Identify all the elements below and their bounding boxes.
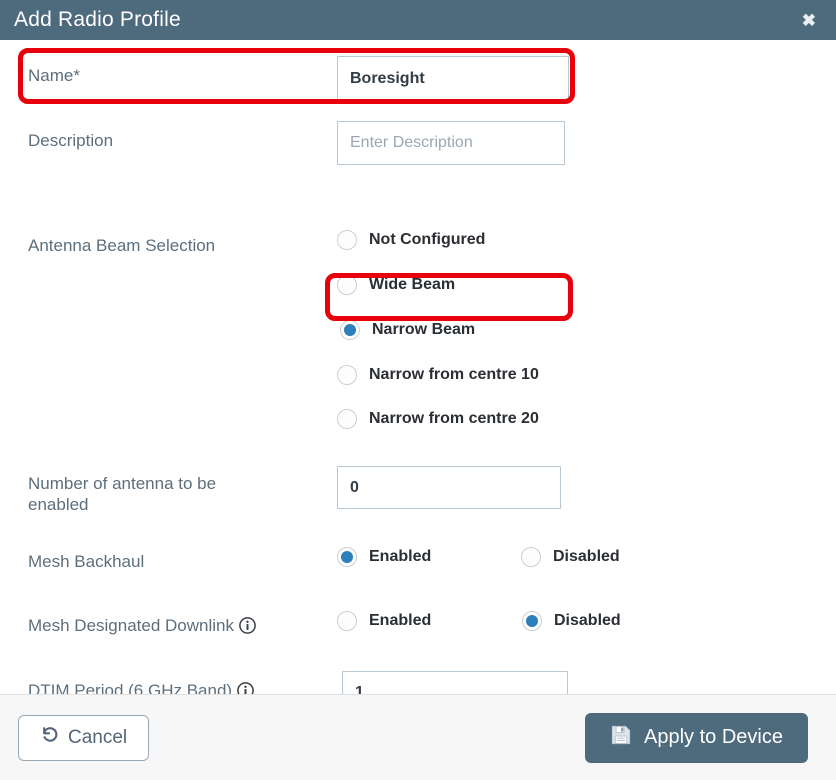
radio-mesh-downlink-enabled[interactable]: Enabled [337, 611, 431, 631]
info-icon[interactable] [237, 682, 254, 694]
radio-label: Disabled [554, 612, 621, 629]
apply-to-device-button-label: Apply to Device [644, 726, 783, 748]
radio-mesh-downlink-disabled[interactable]: Disabled [522, 611, 621, 631]
description-row: Description [0, 102, 836, 167]
radio-label: Wide Beam [369, 276, 456, 293]
add-radio-profile-dialog: Add Radio Profile ✖ Name* Description An… [0, 0, 836, 780]
radio-not-configured[interactable]: Not Configured [337, 230, 485, 250]
antenna-count-label: Number of antenna to be enabled [28, 474, 217, 514]
mesh-backhaul-label: Mesh Backhaul [28, 552, 145, 571]
radio-label: Narrow from centre 10 [369, 366, 539, 383]
radio-label: Enabled [369, 548, 432, 565]
mesh-backhaul-row: Mesh Backhaul Enabled Disabled [0, 540, 836, 602]
save-floppy-disk-icon [610, 724, 632, 752]
dtim-period-label: DTIM Period (6 GHz Band) [28, 680, 254, 694]
description-label: Description [28, 131, 114, 150]
name-row: Name* [0, 40, 836, 102]
dtim-period-input[interactable] [342, 671, 568, 694]
dialog-footer: Cancel Apply to Device [0, 694, 836, 780]
dialog-title: Add Radio Profile [14, 8, 181, 31]
undo-arrow-icon [40, 725, 59, 750]
radio-narrow-from-centre-10[interactable]: Narrow from centre 10 [337, 365, 539, 385]
name-input[interactable] [337, 56, 569, 101]
radio-indicator [337, 409, 357, 429]
mesh-designated-downlink-label: Mesh Designated Downlink [28, 615, 256, 636]
radio-indicator [337, 547, 357, 567]
radio-label: Narrow from centre 20 [369, 410, 539, 427]
radio-indicator [337, 365, 357, 385]
close-icon[interactable]: ✖ [798, 10, 820, 31]
info-icon[interactable] [239, 617, 256, 634]
cancel-button-label: Cancel [68, 726, 128, 748]
name-label: Name* [28, 66, 80, 85]
radio-mesh-backhaul-enabled[interactable]: Enabled [337, 547, 431, 567]
antenna-beam-selection-row: Antenna Beam Selection Not Configured Wi… [0, 167, 836, 429]
description-input[interactable] [337, 121, 565, 165]
radio-indicator [337, 275, 357, 295]
dtim-period-row: DTIM Period (6 GHz Band) [0, 666, 836, 694]
radio-mesh-backhaul-disabled[interactable]: Disabled [521, 547, 620, 567]
antenna-count-row: Number of antenna to be enabled [0, 460, 836, 540]
radio-indicator [522, 611, 542, 631]
radio-narrow-beam[interactable]: Narrow Beam [340, 320, 475, 340]
antenna-count-input[interactable] [337, 466, 561, 509]
radio-indicator [337, 230, 357, 250]
radio-label: Narrow Beam [372, 321, 476, 338]
dtim-period-label-text: DTIM Period (6 GHz Band) [28, 681, 233, 694]
cancel-button[interactable]: Cancel [18, 714, 150, 761]
dialog-header: Add Radio Profile ✖ [0, 0, 836, 40]
radio-narrow-from-centre-20[interactable]: Narrow from centre 20 [337, 409, 539, 429]
radio-indicator [521, 547, 541, 567]
antenna-beam-selection-label: Antenna Beam Selection [28, 236, 216, 255]
radio-indicator [337, 611, 357, 631]
mesh-designated-downlink-label-text: Mesh Designated Downlink [28, 616, 234, 635]
radio-label: Enabled [369, 612, 432, 629]
mesh-designated-downlink-row: Mesh Designated Downlink Enabled Disable… [0, 602, 836, 666]
radio-indicator [340, 320, 360, 340]
radio-label: Disabled [553, 548, 620, 565]
dialog-body: Name* Description Antenna Beam Selection… [0, 40, 836, 694]
radio-wide-beam[interactable]: Wide Beam [337, 275, 455, 295]
apply-to-device-button[interactable]: Apply to Device [585, 712, 808, 763]
radio-label: Not Configured [369, 231, 486, 248]
